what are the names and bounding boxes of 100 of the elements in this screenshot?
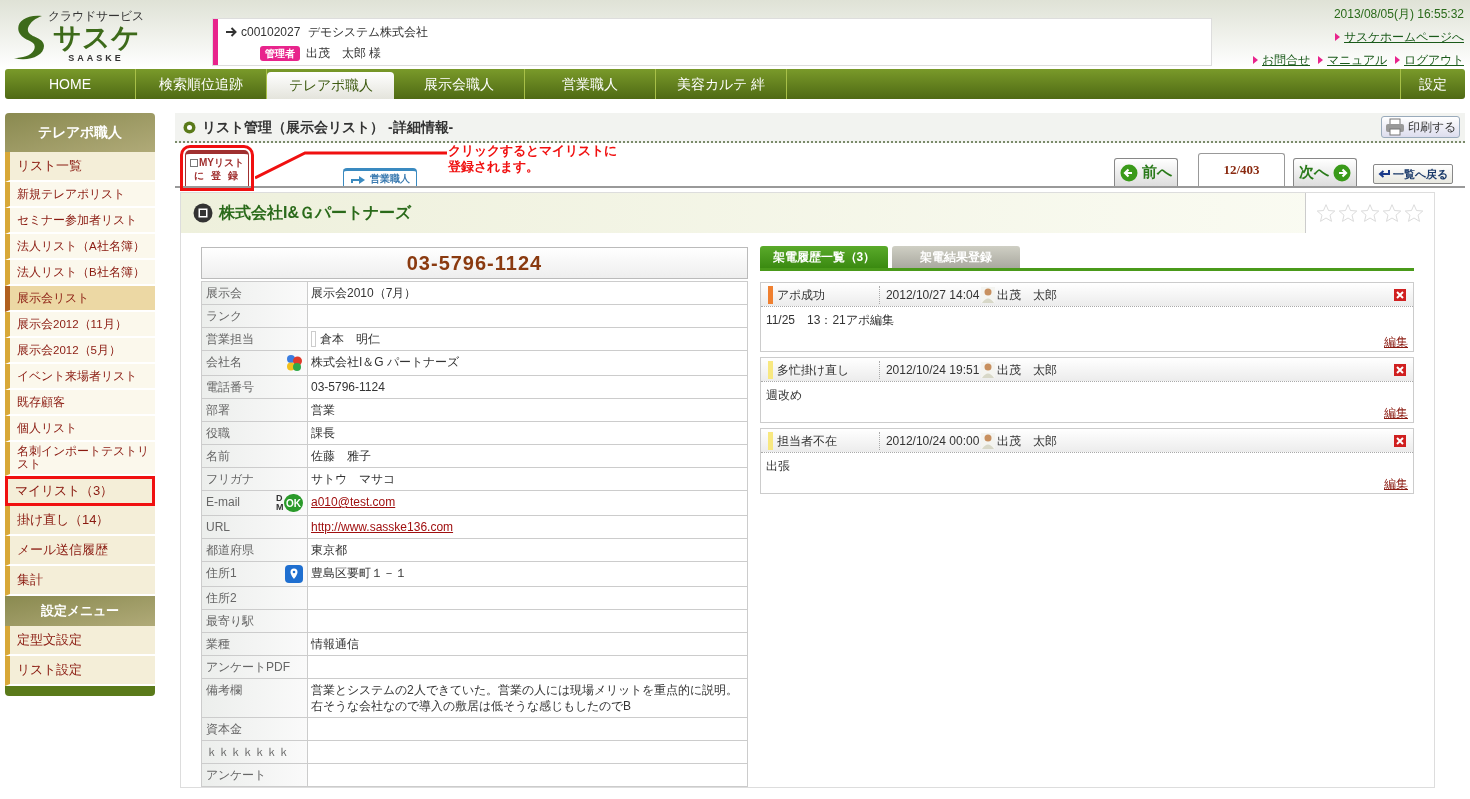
field-label: 役職: [206, 425, 230, 441]
sidebar-item[interactable]: 掛け直し（14）: [5, 506, 155, 536]
printer-icon: [1385, 118, 1405, 136]
call-note: 11/25 13：21アポ編集: [765, 312, 895, 329]
field-value: 03-5796-1124: [311, 379, 385, 395]
field-label: 部署: [206, 402, 230, 418]
call-note: 週改め: [765, 387, 803, 404]
logo-tagline: クラウドサービス: [48, 10, 144, 23]
sidebar-heading: テレアポ職人: [5, 113, 155, 152]
sidebar-item[interactable]: 集計: [5, 566, 155, 596]
field-value: 営業: [311, 402, 335, 418]
status-label: 多忙掛け直し: [776, 360, 880, 379]
bullet-icon: [1318, 56, 1323, 64]
sidebar-item[interactable]: 定型文設定: [5, 626, 155, 656]
field-value: 豊島区要町１－１: [311, 565, 407, 581]
sidebar-item[interactable]: メール送信履歴: [5, 536, 155, 566]
checkbox[interactable]: [190, 158, 198, 167]
nav-tab[interactable]: 展示会職人: [394, 69, 525, 99]
print-button[interactable]: 印刷する: [1381, 116, 1460, 138]
next-button[interactable]: 次へ: [1293, 158, 1357, 186]
field-label: 都道府県: [206, 542, 254, 558]
logo-text: サスケ: [52, 23, 140, 53]
bullet-icon: [1395, 56, 1400, 64]
bullet-icon: [1253, 56, 1258, 64]
field-value: 営業とシステムの2人できていた。営業の人には現場メリットを重点的に説明。右そうな会社なので導入の敷居は低そうな感じもしたのでB: [311, 682, 739, 714]
page-position: 12/403: [1198, 153, 1285, 186]
sidebar-item[interactable]: 法人リスト（A社名簿）: [5, 234, 155, 260]
field-label: 電話番号: [206, 379, 254, 395]
nav-tab[interactable]: 美容カルテ 絆: [656, 69, 787, 99]
return-arrow-icon: [1378, 169, 1390, 179]
sidebar-item[interactable]: 既存顧客: [5, 390, 155, 416]
nav-tab[interactable]: HOME: [5, 69, 136, 99]
history-tab[interactable]: 架電履歴一覧（3）: [759, 246, 888, 268]
header-link[interactable]: マニュアル: [1318, 51, 1387, 69]
sidebar-item[interactable]: マイリスト（3）: [5, 476, 155, 506]
star-rating[interactable]: [1316, 203, 1424, 223]
prev-button[interactable]: 前へ: [1114, 158, 1178, 186]
company-name: デモシステム株式会社: [308, 24, 429, 41]
sidebar-item[interactable]: 展示会リスト: [5, 286, 155, 312]
delete-icon[interactable]: [1394, 288, 1406, 301]
field-label: ｋｋｋｋｋｋｋ: [206, 744, 290, 760]
field-label: 名前: [206, 448, 230, 464]
field-label: フリガナ: [206, 471, 254, 487]
arrow-left-icon: [1120, 163, 1138, 182]
arrow-right-icon: [1333, 163, 1351, 182]
star-icon: [1360, 203, 1380, 223]
datetime: 2013/08/05(月) 16:55:32: [1333, 6, 1464, 23]
sidebar-item[interactable]: 新規テレアポリスト: [5, 182, 155, 208]
edit-link[interactable]: 編集: [1384, 475, 1408, 493]
field-value: 東京都: [311, 542, 347, 558]
sidebar-item[interactable]: 法人リスト（B社名簿）: [5, 260, 155, 286]
field-label: 業種: [206, 636, 230, 652]
sidebar-item[interactable]: 展示会2012（11月）: [5, 312, 155, 338]
sidebar-item[interactable]: 名刺インポートテストリスト: [5, 442, 155, 476]
field-label: 資本金: [206, 721, 242, 737]
nav-tab[interactable]: 営業職人: [525, 69, 656, 99]
map-pin-icon: [285, 565, 303, 583]
category-tab[interactable]: 営業職人: [343, 168, 417, 186]
field-value: サトウ マサコ: [311, 471, 395, 487]
field-link[interactable]: http://www.sasske136.com: [311, 519, 454, 535]
back-to-list-button[interactable]: 一覧へ戻る: [1373, 164, 1453, 184]
logo[interactable]: クラウドサービス サスケ SAASKE: [12, 10, 144, 63]
user-icon: [981, 361, 996, 378]
nav-tab[interactable]: テレアポ職人: [267, 72, 394, 99]
field-label: 備考欄: [206, 682, 242, 698]
sidebar-item[interactable]: イベント来場者リスト: [5, 364, 155, 390]
user-icon: [981, 432, 996, 449]
star-icon: [1316, 203, 1336, 223]
stop-icon: [193, 203, 213, 223]
bullet-icon: [183, 120, 196, 134]
delete-icon[interactable]: [1394, 363, 1406, 376]
field-value: 情報通信: [311, 636, 359, 652]
caller-name: 出茂 太郎: [997, 361, 1058, 379]
arrow-right-icon: [226, 27, 237, 37]
caller-name: 出茂 太郎: [997, 286, 1058, 304]
sidebar-item[interactable]: 展示会2012（5月）: [5, 338, 155, 364]
sidebar-item[interactable]: リスト設定: [5, 656, 155, 686]
field-link[interactable]: a010@test.com: [311, 494, 396, 510]
status-label: アポ成功: [776, 285, 880, 304]
share-arrow-icon: [350, 173, 366, 184]
settings-tab[interactable]: 設定: [1400, 69, 1465, 99]
status-label: 担当者不在: [776, 431, 880, 450]
field-label: 展示会: [206, 285, 242, 301]
sidebar-item[interactable]: リスト一覧: [5, 152, 155, 182]
role-badge: 管理者: [260, 45, 300, 61]
header-link[interactable]: サスケホームページへ: [1335, 28, 1464, 46]
header-link[interactable]: ログアウト: [1395, 51, 1464, 69]
header-link[interactable]: お問合せ: [1253, 51, 1310, 69]
call-note: 出張: [765, 458, 791, 475]
sidebar-item[interactable]: セミナー参加者リスト: [5, 208, 155, 234]
sidebar-item[interactable]: 個人リスト: [5, 416, 155, 442]
edit-link[interactable]: 編集: [1384, 404, 1408, 422]
field-label: アンケート: [206, 767, 266, 783]
star-icon: [1338, 203, 1358, 223]
field-label: 会社名: [206, 354, 242, 370]
delete-icon[interactable]: [1394, 434, 1406, 447]
page-title: リスト管理（展示会リスト） -詳細情報-: [202, 117, 454, 137]
field-value: 倉本 明仁: [320, 331, 380, 347]
edit-link[interactable]: 編集: [1384, 333, 1408, 351]
field-label: アンケートPDF: [206, 659, 290, 675]
